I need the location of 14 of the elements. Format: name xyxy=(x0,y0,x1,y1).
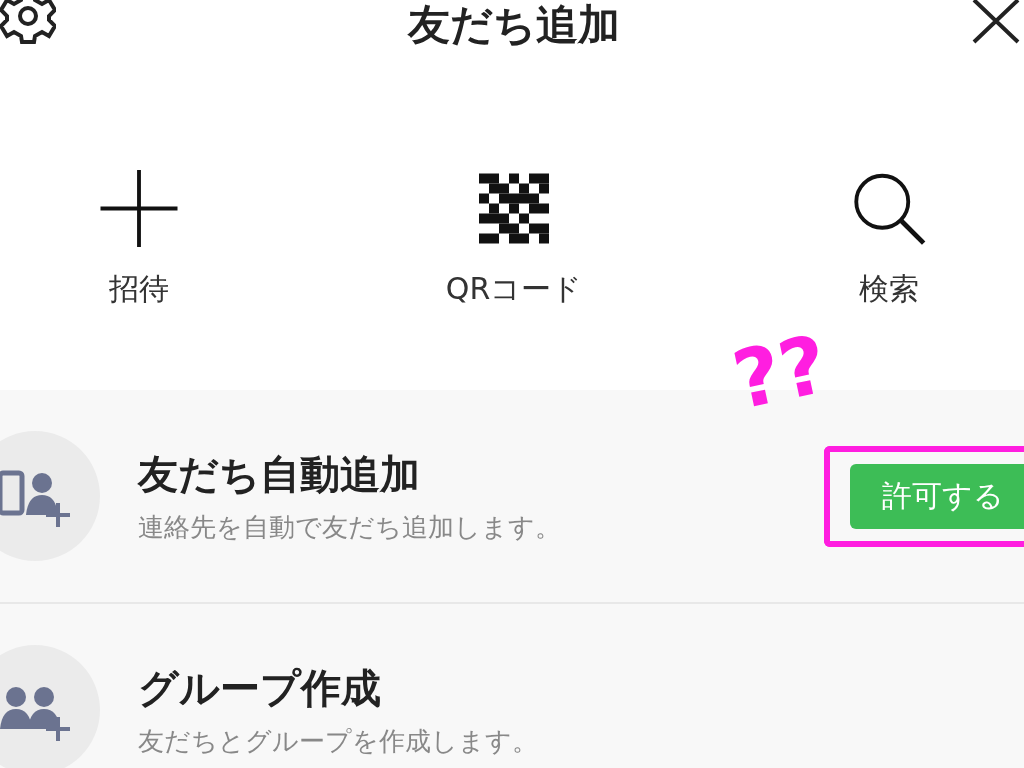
settings-icon[interactable] xyxy=(0,0,56,46)
question-marks-annotation: ?? xyxy=(725,316,836,428)
plus-icon[interactable] xyxy=(99,170,179,247)
item-title[interactable]: グループ作成 xyxy=(138,661,1024,716)
action-label[interactable]: 検索 xyxy=(859,269,919,310)
close-icon[interactable] xyxy=(972,0,1020,44)
people-add-icon xyxy=(0,645,100,768)
item-description: 友だちとグループを作成します。 xyxy=(138,725,539,758)
action-label[interactable]: QRコード xyxy=(445,269,583,310)
item-title[interactable]: 友だち自動追加 xyxy=(138,447,824,502)
screen-title: 友だち追加 xyxy=(408,0,620,51)
action-label[interactable]: 招待 xyxy=(109,269,169,310)
phone-person-add-icon xyxy=(0,431,100,561)
item-description: 連絡先を自動で友だち追加します。 xyxy=(138,511,562,544)
